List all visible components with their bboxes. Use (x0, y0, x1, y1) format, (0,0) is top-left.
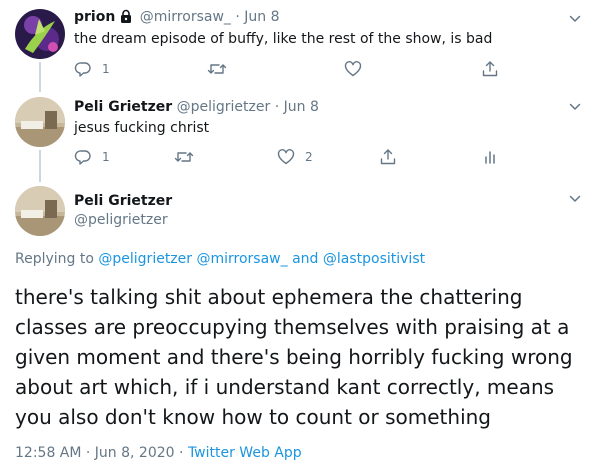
reply-icon (74, 150, 91, 165)
retweet-button[interactable] (174, 147, 204, 167)
retweet-icon (174, 152, 194, 162)
reply-icon (74, 62, 91, 77)
user-handle[interactable]: @peligrietzer (177, 99, 271, 115)
replying-and[interactable]: and (288, 251, 319, 267)
tweet-actions: 1 (74, 59, 514, 79)
mention-link[interactable]: @mirrorsaw_ (196, 251, 287, 267)
tweet-2-header: Peli Grietzer @peligrietzer · Jun 8 (74, 99, 319, 115)
share-button[interactable] (481, 59, 499, 79)
reply-count: 1 (102, 62, 110, 76)
tweet-text: the dream episode of buffy, like the res… (74, 31, 493, 47)
avatar-prion[interactable] (15, 9, 65, 59)
avatar-peli-grietzer[interactable] (15, 186, 65, 236)
chevron-down-icon[interactable] (568, 12, 582, 26)
heart-icon (344, 61, 362, 77)
tweet-text: jesus fucking christ (74, 120, 210, 136)
chevron-down-icon[interactable] (568, 192, 582, 206)
tweet-date[interactable]: Jun 8 (284, 99, 319, 115)
chevron-down-icon[interactable] (568, 100, 582, 114)
heart-icon (277, 149, 295, 165)
replying-to: Replying to @peligrietzer @mirrorsaw_ an… (15, 251, 425, 267)
separator-dot: · (235, 9, 240, 25)
reply-button[interactable]: 1 (74, 147, 110, 167)
main-tweet-text: there's talking shit about ephemera the … (15, 285, 573, 429)
tweet-timestamp[interactable]: 12:58 AM · Jun 8, 2020 (15, 445, 175, 461)
replying-and-text: and (292, 251, 319, 267)
separator-dot: · (179, 445, 184, 461)
tweet-1-header: prion @mirrorsaw_ · Jun 8 (74, 9, 280, 27)
analytics-icon (485, 151, 495, 164)
like-button[interactable] (344, 59, 372, 79)
retweet-icon (207, 64, 227, 74)
tweet-meta: 12:58 AM · Jun 8, 2020 · Twitter Web App (15, 445, 302, 461)
display-name[interactable]: prion (74, 9, 115, 25)
analytics-button[interactable] (481, 147, 499, 167)
user-handle[interactable]: @mirrorsaw_ (140, 9, 231, 25)
share-button[interactable] (379, 147, 397, 167)
tweet-1[interactable]: prion @mirrorsaw_ · Jun 8 the dream epis… (0, 0, 601, 90)
tweet-date[interactable]: Jun 8 (244, 9, 279, 25)
display-name[interactable]: Peli Grietzer (74, 99, 172, 115)
display-name[interactable]: Peli Grietzer (74, 193, 172, 209)
replying-prefix: Replying to (15, 251, 94, 267)
share-icon (380, 149, 396, 165)
user-handle[interactable]: @peligrietzer (74, 212, 168, 228)
separator-dot: · (274, 99, 280, 115)
tweet-2[interactable]: Peli Grietzer @peligrietzer · Jun 8 jesu… (0, 90, 601, 180)
mention-link[interactable]: @peligrietzer (98, 251, 192, 267)
share-icon (482, 61, 498, 77)
retweet-button[interactable] (207, 59, 237, 79)
tweet-actions: 1 2 (74, 147, 514, 167)
tweet-source[interactable]: Twitter Web App (188, 445, 302, 461)
like-button[interactable]: 2 (277, 147, 313, 167)
avatar-peli-grietzer[interactable] (15, 97, 65, 147)
reply-count: 1 (102, 150, 110, 164)
lock-icon (119, 9, 133, 27)
mention-link[interactable]: @lastpositivist (323, 251, 425, 267)
like-count: 2 (305, 150, 313, 164)
reply-button[interactable]: 1 (74, 59, 110, 79)
